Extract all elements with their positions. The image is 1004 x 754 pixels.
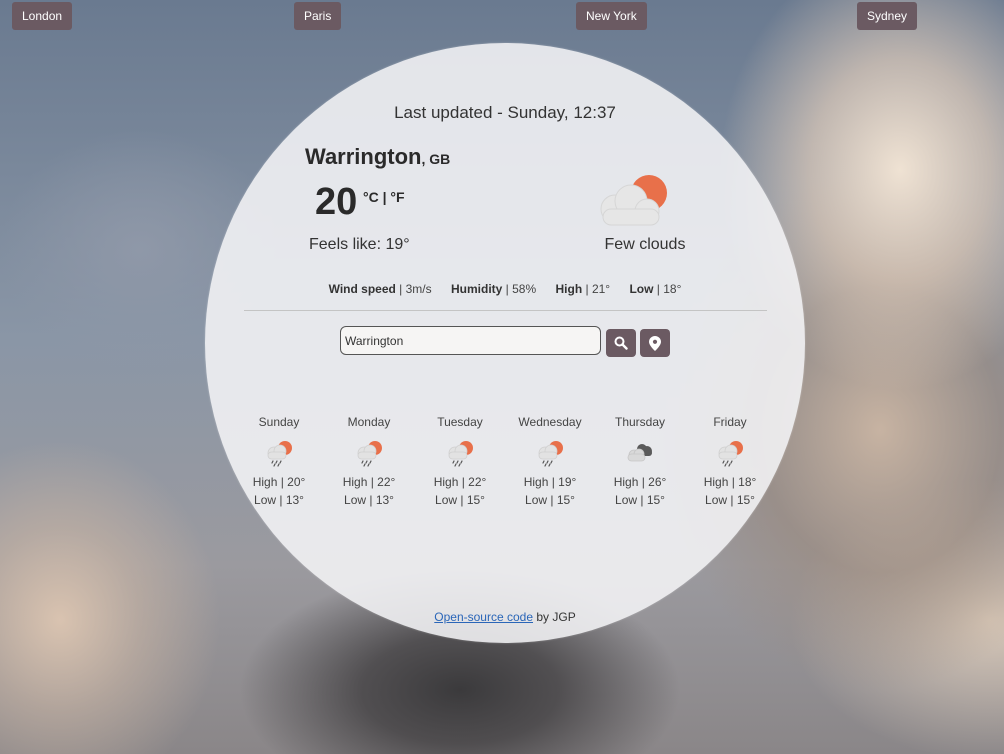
rain-sun-icon: [538, 441, 563, 467]
low-stat: Low | 18°: [629, 282, 681, 296]
forecast-low: Low | 15°: [615, 493, 665, 507]
humidity-label: Humidity: [450, 282, 503, 296]
forecast-day-sunday: Sunday High | 20° Low | 13°: [239, 415, 319, 509]
search-icon: [614, 336, 628, 350]
rain-sun-icon: [448, 441, 473, 467]
weather-description: Few clouds: [604, 236, 686, 253]
location-pin-icon: [649, 335, 661, 351]
forecast-low: Low | 13°: [344, 493, 394, 507]
forecast-low: Low | 15°: [525, 493, 575, 507]
forecast-day-friday: Friday High | 18° Low | 15°: [690, 415, 770, 509]
feels-like: Feels like: 19°: [309, 236, 410, 253]
city-name: Warrington, GB: [305, 144, 450, 170]
weather-stats: Wind speed | 3m/s Humidity | 58% High | …: [205, 282, 805, 296]
city-tabs: London Paris New York Sydney: [0, 0, 1004, 34]
divider: [244, 310, 767, 311]
high-value: | 21°: [582, 282, 611, 296]
broken-clouds-icon: [627, 444, 652, 462]
forecast-day-name: Monday: [347, 415, 391, 429]
footer: Open-source code by JGP: [205, 610, 805, 624]
forecast-low: Low | 13°: [254, 493, 304, 507]
forecast-high: High | 18°: [703, 475, 757, 489]
forecast-low: Low | 15°: [705, 493, 755, 507]
wind-speed-stat: Wind speed | 3m/s: [329, 282, 432, 296]
rain-sun-icon: [357, 441, 382, 467]
few-clouds-icon: [600, 175, 667, 226]
forecast-day-tuesday: Tuesday High | 22° Low | 15°: [420, 415, 500, 509]
source-code-link[interactable]: Open-source code: [434, 610, 533, 624]
forecast-day-name: Wednesday: [518, 415, 582, 429]
unit-separator: |: [378, 189, 391, 205]
city-button-new-york[interactable]: New York: [576, 2, 647, 30]
country-code: , GB: [421, 151, 451, 167]
high-stat: High | 21°: [555, 282, 610, 296]
unit-toggle: °C | °F: [363, 189, 405, 205]
rain-sun-icon: [718, 441, 743, 467]
footer-author: by JGP: [533, 610, 576, 624]
forecast-day-name: Thursday: [614, 415, 666, 429]
forecast-high: High | 26°: [613, 475, 667, 489]
city-button-paris[interactable]: Paris: [294, 2, 342, 30]
forecast-low: Low | 15°: [435, 493, 485, 507]
forecast-high: High | 20°: [252, 475, 306, 489]
city-button-sydney[interactable]: Sydney: [857, 2, 918, 30]
forecast-day-name: Tuesday: [437, 415, 483, 429]
forecast-high: High | 19°: [523, 475, 577, 489]
weather-panel: Last updated - Sunday, 12:37 Warrington,…: [205, 43, 805, 643]
forecast-day-name: Friday: [713, 415, 747, 429]
forecast-high: High | 22°: [433, 475, 487, 489]
wind-speed-value: | 3m/s: [395, 282, 432, 296]
city-label: Warrington: [305, 144, 422, 169]
forecast-day-thursday: Thursday High | 26° Low | 15°: [600, 415, 680, 509]
wind-speed-label: Wind speed: [328, 282, 396, 296]
forecast-day-name: Sunday: [258, 415, 300, 429]
current-temperature: 20: [315, 181, 358, 223]
celsius-toggle[interactable]: °C: [363, 189, 379, 205]
high-label: High: [555, 282, 583, 296]
humidity-stat: Humidity | 58%: [451, 282, 536, 296]
forecast-day-monday: Monday High | 22° Low | 13°: [329, 415, 409, 509]
search-button[interactable]: [606, 329, 636, 357]
low-label: Low: [629, 282, 654, 296]
forecast-high: High | 22°: [342, 475, 396, 489]
last-updated: Last updated - Sunday, 12:37: [394, 103, 616, 122]
humidity-value: | 58%: [502, 282, 537, 296]
low-value: | 18°: [653, 282, 682, 296]
forecast-day-wednesday: Wednesday High | 19° Low | 15°: [510, 415, 590, 509]
rain-sun-icon: [267, 441, 292, 467]
city-search-input[interactable]: [340, 326, 601, 355]
fahrenheit-toggle[interactable]: °F: [390, 189, 404, 205]
city-button-london[interactable]: London: [12, 2, 73, 30]
location-button[interactable]: [640, 329, 670, 357]
